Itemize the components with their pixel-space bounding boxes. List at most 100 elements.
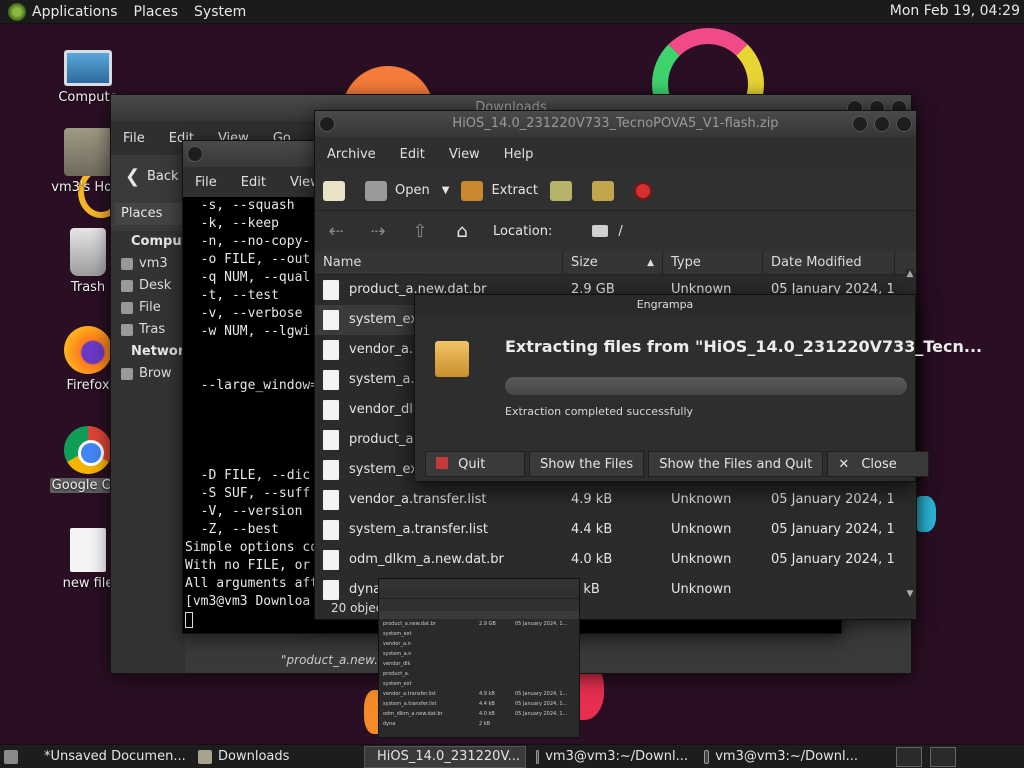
sidebar-item-desktop[interactable]: Desk [111,275,185,297]
show-files-and-quit-button[interactable]: Show the Files and Quit [648,451,824,477]
sidebar: Computer vm3 Desk File Tras Network Brow [111,231,204,673]
close-dialog-button[interactable]: ✕ Close [827,451,930,477]
file-row[interactable]: odm_dlkm_a.new.dat.br 4.0 kB Unknown 05 Jan… [315,545,916,575]
add-folder-button[interactable] [592,180,622,201]
thumbnail-cell-name: product_a. [383,671,410,677]
show-files-button[interactable]: Show the Files [529,451,645,477]
sidebar-item-browse-network[interactable]: Brow [111,363,185,385]
thumbnail-cell-name: product_a.new.dat.br [383,621,436,627]
menu-help[interactable]: Help [504,147,534,162]
taskbar-item-terminal-2[interactable]: vm3@vm3:~/Downl... [698,746,864,768]
forward-arrow-icon[interactable]: ⇢ [367,221,389,242]
sidebar-item-trash[interactable]: Tras [111,319,185,341]
column-type[interactable]: Type [663,251,763,274]
dialog-buttons: Quit Show the Files Show the Files and Q… [425,451,930,477]
up-arrow-icon[interactable]: ⇧ [409,221,431,242]
open-button[interactable]: Open ▼ [365,180,450,201]
taskbar-item-editor[interactable]: *Unsaved Documen... [32,746,188,768]
extract-progress-fill [505,377,907,395]
thumbnail-cell-date [511,679,577,689]
sidebar-heading-computer: Computer [131,234,204,249]
menu-file[interactable]: File [123,131,145,146]
scroll-up-icon[interactable]: ▲ [906,269,914,279]
location-value[interactable]: / [618,224,622,239]
column-size[interactable]: Size ▲ [563,251,663,274]
thumbnail-cell-size: 4.0 kB [479,711,495,717]
menu-view[interactable]: View [449,147,480,162]
clock[interactable]: Mon Feb 19, 04:29 [890,3,1020,19]
add-files-button[interactable] [550,180,580,201]
workspace-switcher-icon[interactable] [930,747,956,767]
file-cell-date: 05 January 2024, 1... [771,552,895,567]
chevron-down-icon[interactable]: ▼ [442,185,450,196]
column-date-modified[interactable]: Date Modified [763,251,895,274]
file-cell-date: 05 January 2024, 1... [771,492,895,507]
thumbnail-row: product_a. [379,669,579,679]
menu-edit[interactable]: Edit [241,175,266,190]
archive-titlebar[interactable]: HiOS_14.0_231220V733_TecnoPOVA5_V1-flash… [315,111,916,137]
thumbnail-cell-date: 05 January 2024, 1... [515,701,568,707]
dialog-message: Extraction completed successfully [505,405,694,418]
show-files-and-quit-label: Show the Files and Quit [659,457,813,472]
show-desktop-button[interactable] [0,746,28,768]
window-menu-button[interactable] [319,116,335,132]
stop-button[interactable] [634,181,660,200]
close-button[interactable] [896,116,912,132]
taskbar-item-downloads[interactable]: Downloads [192,746,360,768]
quit-button[interactable]: Quit [425,451,525,477]
thumbnail-cell-name: system_a.transfer.list [383,701,437,707]
thumbnail-cell-name: system_ext [383,631,412,637]
scroll-down-icon[interactable]: ▼ [906,589,914,599]
file-cell-type: Unknown [671,552,732,567]
new-archive-button[interactable] [323,180,353,201]
thumbnail-row: vendor_a.transfer.list 4.9 kB 05 January 2… [379,689,579,699]
sidebar-item-filesystem[interactable]: File [111,297,185,319]
window-menu-button[interactable] [187,146,203,162]
taskbar-item-terminal-1[interactable]: vm3@vm3:~/Downl... [530,746,694,768]
back-arrow-icon[interactable]: ⇠ [325,221,347,242]
window-title: HiOS_14.0_231220V733_TecnoPOVA5_V1-flash… [452,116,779,131]
file-cell-size: 4.9 kB [571,492,613,507]
taskbar-item-label: HiOS_14.0_231220V... [377,749,521,764]
file-row[interactable]: system_a.transfer.list 4.4 kB Unknown 05 Ja… [315,515,916,545]
location-bar: ⇠ ⇢ ⇧ ⌂ Location: / [315,211,916,251]
location-label: Location: [493,223,553,239]
extract-button[interactable]: Extract [461,180,538,201]
thumbnail-cell-size: 4.4 kB [479,701,495,707]
maximize-button[interactable] [874,116,890,132]
menu-archive[interactable]: Archive [327,147,376,162]
places-selector[interactable]: Places [115,203,183,225]
distro-logo-icon[interactable] [8,2,26,21]
thumbnail-cell-date [511,719,577,729]
minimize-button[interactable] [852,116,868,132]
open-label: Open [395,183,430,198]
file-list-header: Name Size ▲ Type Date Modified [315,251,916,275]
taskbar-item-label: vm3@vm3:~/Downl... [545,749,688,764]
menu-system[interactable]: System [194,4,246,20]
sidebar-heading-network: Network [131,344,193,359]
show-files-label: Show the Files [540,457,634,472]
thumbnail-cell-name: system_ext [383,681,412,687]
taskbar: *Unsaved Documen... Downloads HiOS_14.0_… [0,744,1024,768]
thumbnail-cell-name: vendor_a.n [383,641,411,647]
menu-applications[interactable]: Applications [32,4,118,20]
back-button[interactable]: ❮ Back [123,165,179,189]
thumbnail-cell-size: 2.9 GB [479,621,496,627]
menu-file[interactable]: File [195,175,217,190]
workspace-switcher-icon[interactable] [896,747,922,767]
thumbnail-cell-size [475,659,511,669]
close-label: Close [861,457,897,472]
file-row[interactable]: vendor_a.transfer.list 4.9 kB Unknown 05 Ja… [315,485,916,515]
home-icon[interactable]: ⌂ [451,221,473,242]
menu-edit[interactable]: Edit [400,147,425,162]
dialog-title[interactable]: Engrampa [415,295,915,315]
close-icon: ✕ [838,457,850,472]
column-name[interactable]: Name [315,251,563,274]
thumbnail-row: dyna 2 kB [379,719,579,729]
sidebar-item-home[interactable]: vm3 [111,253,185,275]
window-thumbnail-preview[interactable]: product_a.new.dat.br 2.9 GB 05 January 202… [378,578,580,738]
file-cell-type: Unknown [671,582,732,597]
taskbar-item-archive[interactable]: HiOS_14.0_231220V... [364,745,526,768]
menu-places[interactable]: Places [134,4,179,20]
thumbnail-cell-date [511,669,577,679]
